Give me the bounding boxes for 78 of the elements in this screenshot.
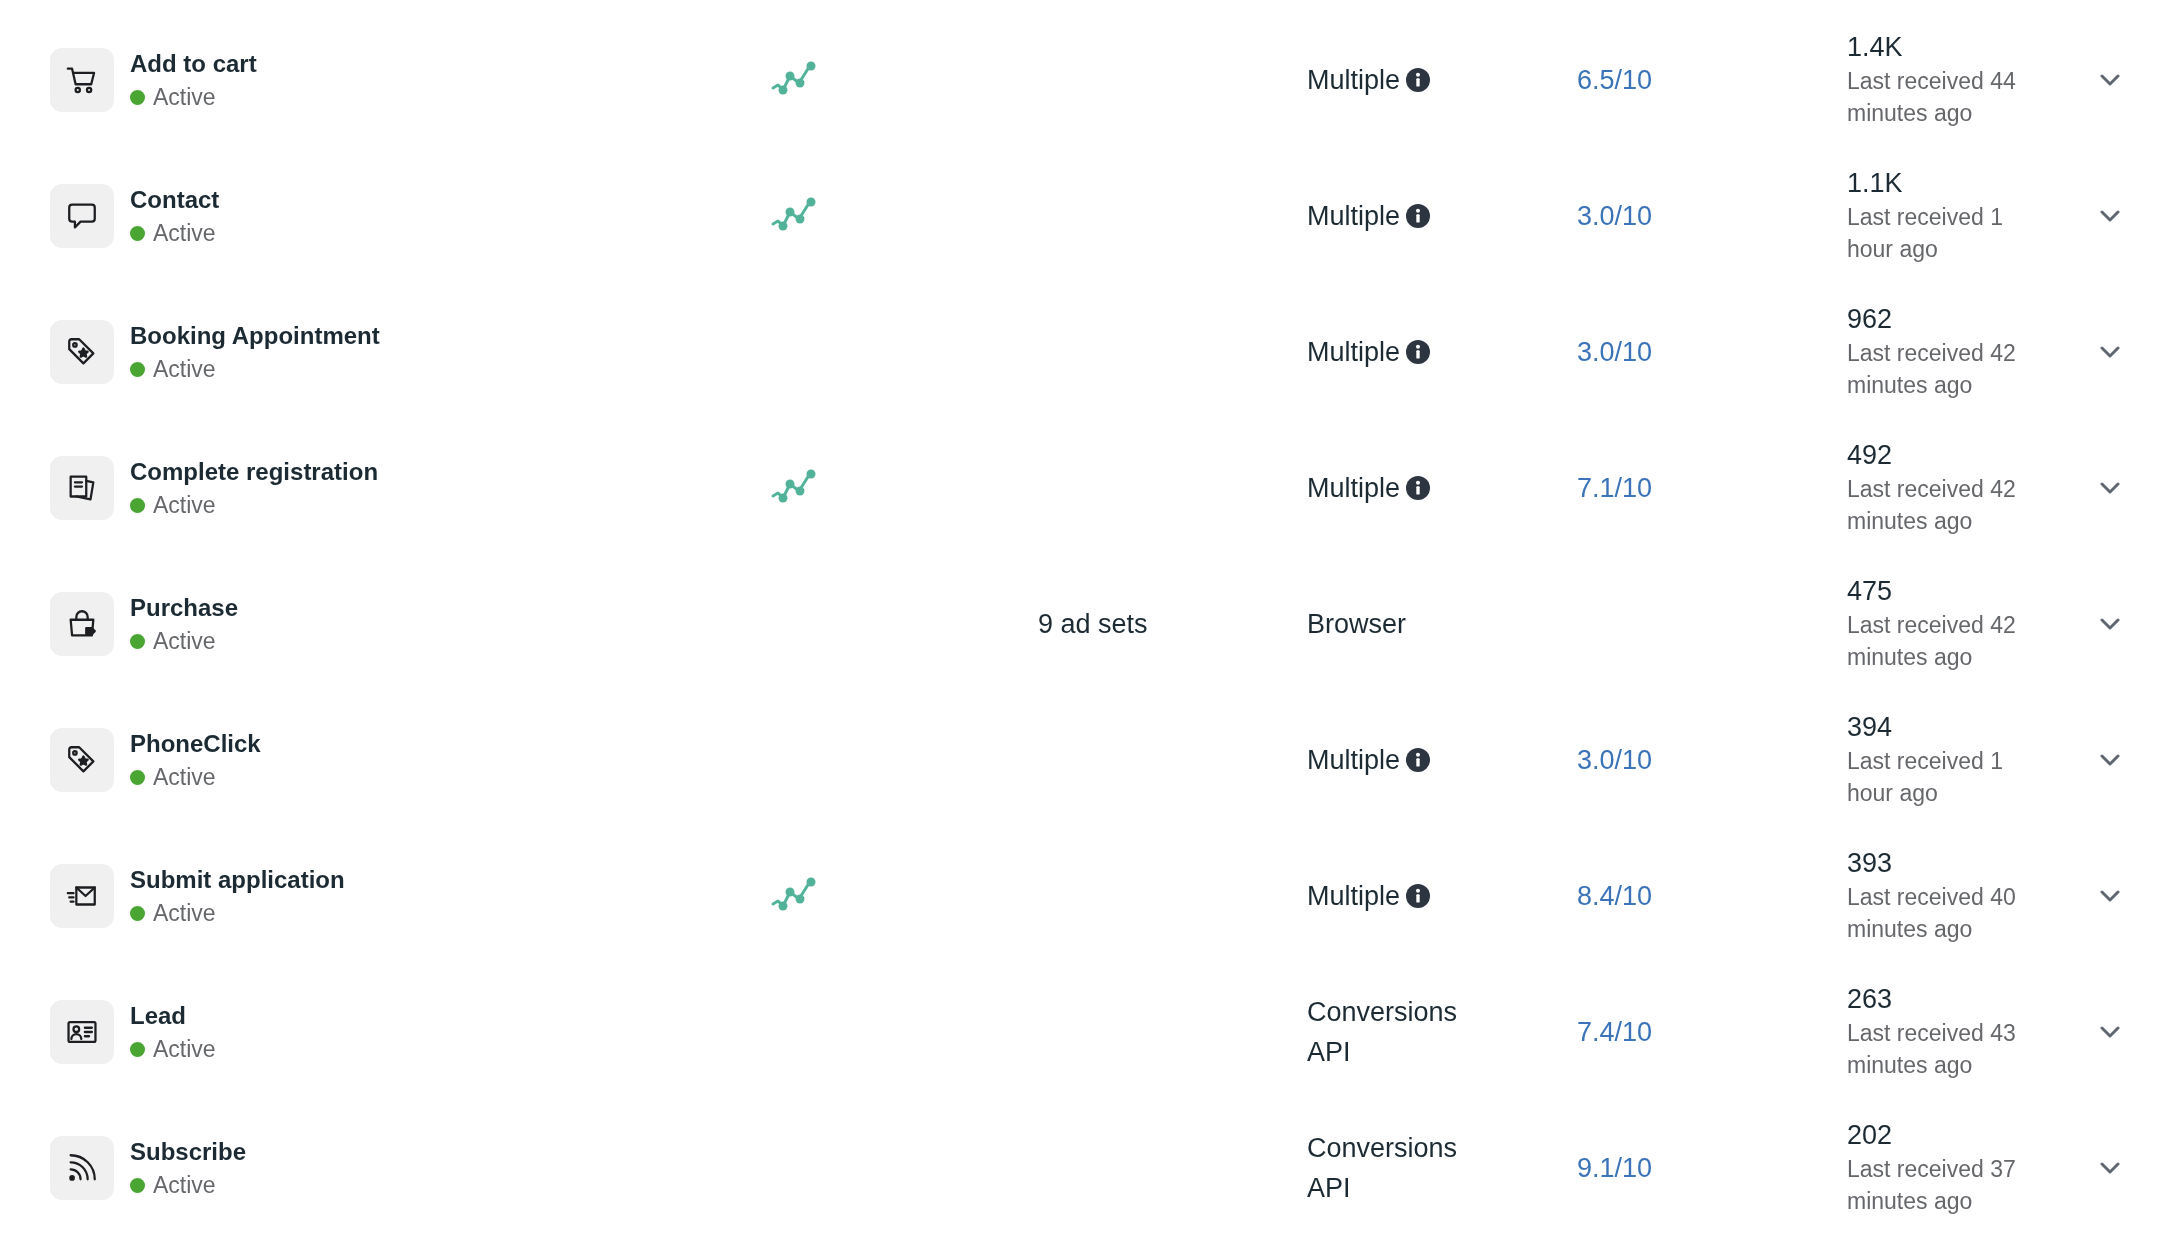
integration-text: Multiple (1307, 200, 1401, 233)
last-received-text: Last received 40 minutes ago (1847, 882, 2017, 944)
integration-text: Multiple (1307, 880, 1401, 913)
info-icon[interactable] (1406, 476, 1431, 500)
integration-text: Multiple (1307, 744, 1401, 777)
event-name: Lead (130, 1001, 187, 1030)
chevron-down-icon[interactable] (2100, 618, 2120, 630)
event-count: 202 (1847, 1119, 1894, 1151)
event-name: Purchase (130, 593, 240, 622)
quality-score-link[interactable]: 7.1/10 (1577, 472, 1653, 503)
quality-score-link[interactable]: 9.1/10 (1577, 1152, 1653, 1183)
event-name: Submit application (130, 865, 346, 894)
status-text: Active (153, 491, 216, 519)
event-count: 394 (1847, 711, 1894, 743)
event-count: 475 (1847, 575, 1894, 607)
quality-score-link[interactable]: 7.4/10 (1577, 1016, 1653, 1047)
status-text: Active (153, 83, 216, 111)
integration-text: Browser (1307, 608, 1407, 641)
status-text: Active (153, 1035, 216, 1063)
status-text: Active (153, 355, 216, 383)
status-dot (130, 361, 145, 377)
info-icon[interactable] (1406, 884, 1431, 908)
status-dot (130, 769, 145, 785)
last-received-text: Last received 1 hour ago (1847, 202, 2004, 264)
integration-text: Conversions API (1307, 1132, 1459, 1205)
event-name: Booking Appointment (130, 321, 381, 350)
quality-score-link[interactable]: 8.4/10 (1577, 880, 1653, 911)
status-dot (130, 633, 145, 649)
chevron-down-icon[interactable] (2100, 890, 2120, 902)
chevron-down-icon[interactable] (2100, 210, 2120, 222)
quality-score-link[interactable]: 6.5/10 (1577, 64, 1653, 95)
last-received-text: Last received 42 minutes ago (1847, 338, 2017, 400)
last-received-text: Last received 44 minutes ago (1847, 66, 2017, 128)
status-dot (130, 1041, 145, 1057)
event-count: 393 (1847, 847, 1894, 879)
event-count: 263 (1847, 983, 1894, 1015)
event-name: Add to cart (130, 49, 258, 78)
status-dot (130, 89, 145, 105)
status-dot (130, 225, 145, 241)
chevron-down-icon[interactable] (2100, 1162, 2120, 1174)
last-received-text: Last received 43 minutes ago (1847, 1018, 2017, 1080)
info-icon[interactable] (1406, 204, 1431, 228)
event-name: PhoneClick (130, 729, 262, 758)
event-name: Subscribe (130, 1137, 248, 1166)
status-text: Active (153, 627, 216, 655)
chevron-down-icon[interactable] (2100, 1026, 2120, 1038)
status-dot (130, 497, 145, 513)
info-icon[interactable] (1406, 748, 1431, 772)
quality-score-link[interactable]: 3.0/10 (1577, 336, 1653, 367)
integration-text: Multiple (1307, 336, 1401, 369)
integration-text: Conversions API (1307, 996, 1459, 1069)
status-text: Active (153, 763, 216, 791)
info-icon[interactable] (1406, 68, 1431, 92)
info-icon[interactable] (1406, 340, 1431, 364)
last-received-text: Last received 37 minutes ago (1847, 1154, 2017, 1216)
chevron-down-icon[interactable] (2100, 754, 2120, 766)
chevron-down-icon[interactable] (2100, 74, 2120, 86)
last-received-text: Last received 42 minutes ago (1847, 474, 2017, 536)
integration-text: Multiple (1307, 64, 1401, 97)
last-received-text: Last received 1 hour ago (1847, 746, 2004, 808)
ad-sets-count: 9 ad sets (1038, 608, 1148, 639)
chevron-down-icon[interactable] (2100, 482, 2120, 494)
status-text: Active (153, 1171, 216, 1199)
event-count: 1.4K (1847, 31, 1904, 63)
event-name: Complete registration (130, 457, 380, 486)
quality-score-link[interactable]: 3.0/10 (1577, 200, 1653, 231)
quality-score-link[interactable]: 3.0/10 (1577, 744, 1653, 775)
integration-text: Multiple (1307, 472, 1401, 505)
chevron-down-icon[interactable] (2100, 346, 2120, 358)
status-text: Active (153, 899, 216, 927)
status-text: Active (153, 219, 216, 247)
status-dot (130, 1177, 145, 1193)
status-dot (130, 905, 145, 921)
event-name: Contact (130, 185, 221, 214)
event-count: 1.1K (1847, 167, 1904, 199)
event-count: 492 (1847, 439, 1894, 471)
event-count: 962 (1847, 303, 1894, 335)
last-received-text: Last received 42 minutes ago (1847, 610, 2017, 672)
